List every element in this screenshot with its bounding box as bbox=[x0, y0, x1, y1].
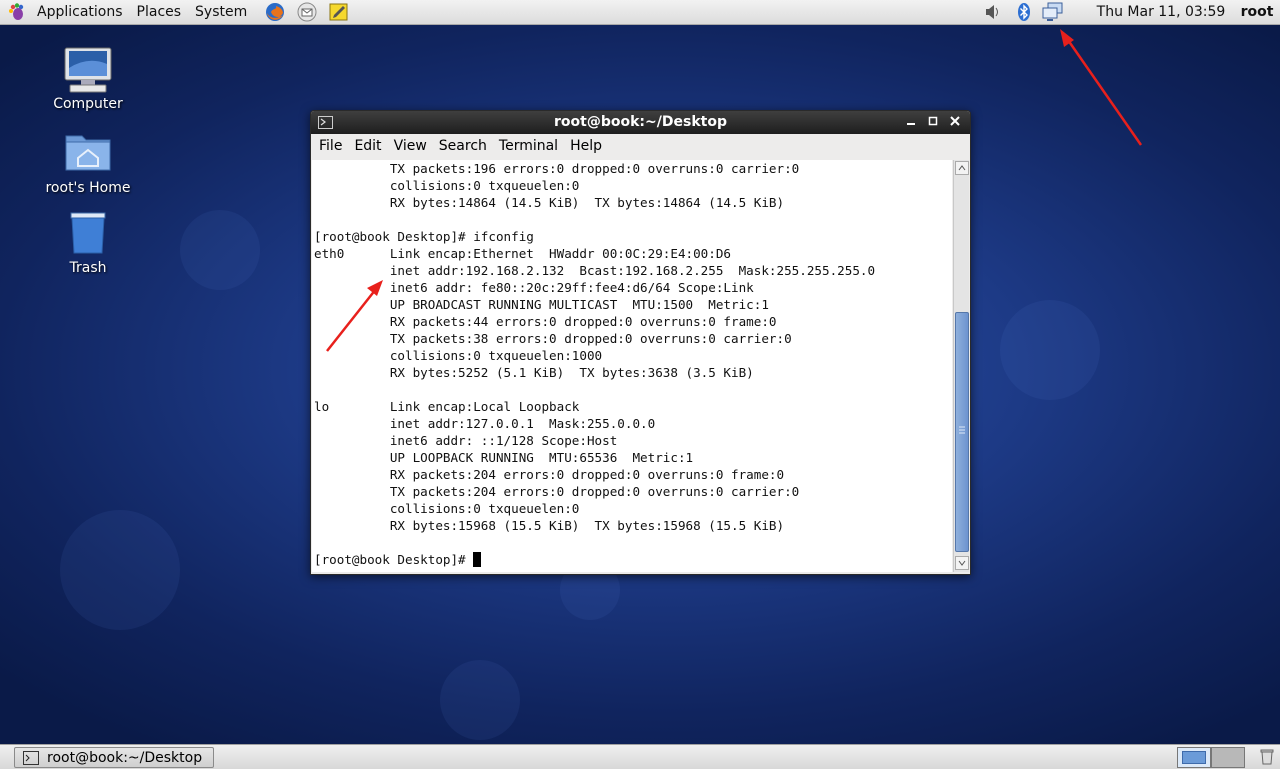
terminal-line: collisions:0 txqueuelen:0 bbox=[314, 178, 580, 193]
desktop-icon-label: root's Home bbox=[45, 180, 131, 196]
volume-icon[interactable] bbox=[982, 0, 1002, 24]
scroll-thumb[interactable] bbox=[955, 312, 969, 552]
terminal-line: eth0 Link encap:Ethernet HWaddr 00:0C:29… bbox=[314, 246, 732, 261]
scroll-down-button[interactable] bbox=[955, 556, 969, 570]
terminal-text: TX packets:196 errors:0 dropped:0 overru… bbox=[312, 160, 952, 568]
workspace-1[interactable] bbox=[1177, 747, 1211, 768]
terminal-line: RX bytes:14864 (14.5 KiB) TX bytes:14864… bbox=[314, 195, 785, 210]
desktop-icon-label: Computer bbox=[53, 96, 123, 112]
terminal-menubar: File Edit View Search Terminal Help bbox=[311, 134, 970, 158]
close-button[interactable] bbox=[945, 111, 965, 134]
terminal-line: collisions:0 txqueuelen:1000 bbox=[314, 348, 603, 363]
firefox-icon[interactable] bbox=[264, 1, 286, 23]
desktop-icon-label: Trash bbox=[69, 260, 107, 276]
wallpaper-bokeh bbox=[60, 510, 180, 630]
network-icon[interactable] bbox=[1040, 0, 1066, 24]
taskbar-window-button[interactable]: root@book:~/Desktop bbox=[14, 747, 214, 768]
window-title: root@book:~/Desktop bbox=[554, 114, 727, 130]
terminal-line: UP BROADCAST RUNNING MULTICAST MTU:1500 … bbox=[314, 297, 769, 312]
menu-places[interactable]: Places bbox=[130, 0, 189, 24]
terminal-line: RX bytes:15968 (15.5 KiB) TX bytes:15968… bbox=[314, 518, 785, 533]
terminal-line: inet addr:192.168.2.132 Bcast:192.168.2.… bbox=[314, 263, 876, 278]
terminal-line: RX packets:204 errors:0 dropped:0 overru… bbox=[314, 467, 785, 482]
menu-applications[interactable]: Applications bbox=[30, 0, 130, 24]
menu-terminal[interactable]: Terminal bbox=[493, 134, 564, 158]
top-panel: Applications Places System Thu Mar 11, 0… bbox=[0, 0, 1280, 25]
terminal-line: lo Link encap:Local Loopback bbox=[314, 399, 580, 414]
menu-file[interactable]: File bbox=[313, 134, 348, 158]
menu-search[interactable]: Search bbox=[433, 134, 493, 158]
terminal-titlebar[interactable]: root@book:~/Desktop bbox=[311, 111, 970, 134]
terminal-line: [root@book Desktop]# ifconfig bbox=[314, 229, 534, 244]
terminal-line: RX packets:44 errors:0 dropped:0 overrun… bbox=[314, 314, 777, 329]
workspace-2[interactable] bbox=[1211, 747, 1245, 768]
desktop-icon-home[interactable]: root's Home bbox=[33, 130, 143, 196]
computer-icon bbox=[62, 46, 114, 94]
menu-help[interactable]: Help bbox=[564, 134, 608, 158]
maximize-button[interactable] bbox=[923, 111, 943, 134]
terminal-cursor bbox=[473, 552, 482, 567]
home-folder-icon bbox=[62, 130, 114, 178]
terminal-line: TX packets:204 errors:0 dropped:0 overru… bbox=[314, 484, 800, 499]
desktop-icon-trash[interactable]: Trash bbox=[33, 210, 143, 276]
terminal-line: UP LOOPBACK RUNNING MTU:65536 Metric:1 bbox=[314, 450, 694, 465]
user-menu[interactable]: root bbox=[1234, 0, 1280, 24]
clock[interactable]: Thu Mar 11, 03:59 bbox=[1092, 0, 1230, 24]
annotation-arrow bbox=[1066, 39, 1143, 146]
terminal-line: TX packets:196 errors:0 dropped:0 overru… bbox=[314, 161, 800, 176]
minimize-button[interactable] bbox=[901, 111, 921, 134]
desktop-icon-computer[interactable]: Computer bbox=[33, 46, 143, 112]
menu-edit[interactable]: Edit bbox=[348, 134, 387, 158]
terminal-icon bbox=[318, 116, 333, 129]
terminal-prompt: [root@book Desktop]# bbox=[314, 552, 474, 567]
gnome-foot-icon bbox=[6, 1, 28, 23]
mail-icon[interactable] bbox=[296, 1, 318, 23]
terminal-icon bbox=[23, 750, 39, 765]
notes-icon[interactable] bbox=[328, 1, 350, 23]
trash-icon bbox=[62, 210, 114, 258]
terminal-line: inet addr:127.0.0.1 Mask:255.0.0.0 bbox=[314, 416, 656, 431]
terminal-line: TX packets:38 errors:0 dropped:0 overrun… bbox=[314, 331, 792, 346]
wallpaper-bokeh bbox=[180, 210, 260, 290]
terminal-output[interactable]: TX packets:196 errors:0 dropped:0 overru… bbox=[312, 160, 952, 572]
wallpaper-bokeh bbox=[440, 660, 520, 740]
bottom-panel: root@book:~/Desktop bbox=[0, 744, 1280, 769]
scroll-up-button[interactable] bbox=[955, 161, 969, 175]
menu-system[interactable]: System bbox=[188, 0, 254, 24]
wallpaper-bokeh bbox=[1000, 300, 1100, 400]
scrollbar[interactable] bbox=[953, 160, 969, 572]
terminal-line: inet6 addr: ::1/128 Scope:Host bbox=[314, 433, 618, 448]
menu-view[interactable]: View bbox=[388, 134, 433, 158]
terminal-line: collisions:0 txqueuelen:0 bbox=[314, 501, 580, 516]
terminal-window[interactable]: root@book:~/Desktop File Edit View Searc… bbox=[310, 110, 971, 575]
bluetooth-icon[interactable] bbox=[1014, 0, 1034, 24]
taskbar-window-label: root@book:~/Desktop bbox=[47, 749, 203, 766]
terminal-line: inet6 addr: fe80::20c:29ff:fee4:d6/64 Sc… bbox=[314, 280, 754, 295]
terminal-line: RX bytes:5252 (5.1 KiB) TX bytes:3638 (3… bbox=[314, 365, 754, 380]
trash-applet-icon[interactable] bbox=[1258, 748, 1276, 765]
